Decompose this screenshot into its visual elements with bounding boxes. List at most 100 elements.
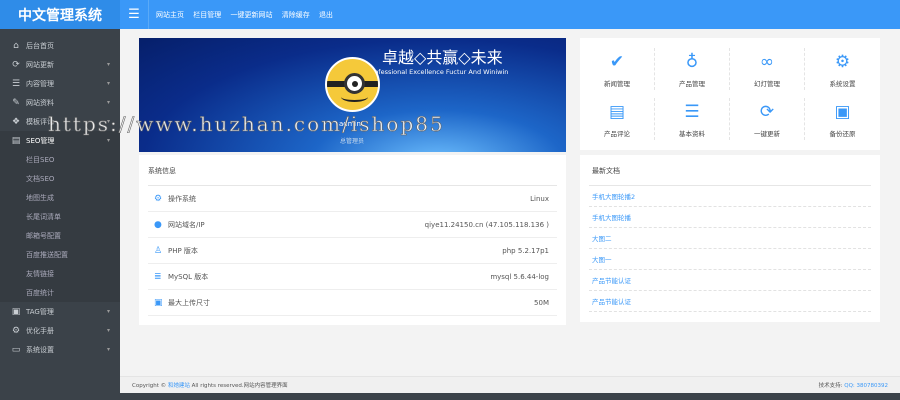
sidebar-subitem[interactable]: 地图生成 bbox=[0, 188, 120, 207]
info-key: 最大上传尺寸 bbox=[168, 298, 210, 307]
info-icon: ⚙ bbox=[154, 193, 163, 204]
nav-columns[interactable]: 栏目管理 bbox=[193, 11, 221, 19]
sidebar-item-label: 网站资料 bbox=[26, 98, 54, 107]
copyright-pre: Copyright © bbox=[132, 383, 168, 389]
info-row: ● 网站域名/IP qiye11.24150.cn (47.105.118.136 … bbox=[148, 212, 557, 238]
lightbulb-icon: ♁ bbox=[685, 51, 699, 72]
cubes-icon: ❖ bbox=[11, 116, 21, 127]
recent-docs-panel: 最新文档 手机大图轮播2 手机大图轮播 大图二 大图一 产品节能认证 产品节能认证 bbox=[580, 155, 880, 322]
cogs-icon: ⚙ bbox=[834, 51, 851, 72]
sidebar-subitem[interactable]: 邮箱号配置 bbox=[0, 226, 120, 245]
nav-clear-cache[interactable]: 清除缓存 bbox=[282, 11, 310, 19]
doc-link[interactable]: 产品节能认证 bbox=[589, 270, 871, 291]
sidebar-item-label: 后台首页 bbox=[26, 41, 54, 50]
sidebar-subitem[interactable]: 友情链接 bbox=[0, 264, 120, 283]
quick-link[interactable]: ☰ 基本资料 bbox=[655, 98, 730, 140]
menu-toggle-icon[interactable]: ☰ bbox=[120, 0, 149, 29]
file-icon: ▤ bbox=[11, 135, 21, 146]
nav-home[interactable]: 网站主页 bbox=[156, 11, 184, 19]
banner: 卓越◇共赢◇未来 Professional Excellence Fuctur … bbox=[139, 38, 566, 152]
sidebar-item-label: 系统设置 bbox=[26, 345, 54, 354]
archive-icon: ▣ bbox=[834, 101, 851, 122]
footer: Copyright © 和她建站 All rights reserved.网站内… bbox=[120, 376, 900, 393]
sidebar-item-label: 模板评论 bbox=[26, 117, 54, 126]
sidebar-item[interactable]: ❖ 模板评论 ▾ bbox=[0, 112, 120, 131]
doc-link[interactable]: 产品节能认证 bbox=[589, 291, 871, 312]
user-role: 总管理员 bbox=[340, 138, 365, 145]
info-key: 操作系统 bbox=[168, 194, 196, 203]
sidebar-item[interactable]: ⚙ 优化手册 ▾ bbox=[0, 321, 120, 340]
doc-link[interactable]: 大图二 bbox=[589, 228, 871, 249]
company-link[interactable]: 和她建站 bbox=[168, 383, 190, 389]
sidebar-item[interactable]: ☰ 内容管理 ▾ bbox=[0, 74, 120, 93]
caret-down-icon: ▾ bbox=[106, 80, 110, 87]
quick-link[interactable]: ♁ 产品管理 bbox=[655, 48, 730, 90]
caret-down-icon: ▾ bbox=[106, 118, 110, 125]
home-icon: ⌂ bbox=[13, 40, 19, 51]
doc-link[interactable]: 大图一 bbox=[589, 249, 871, 270]
panel-title: 系统信息 bbox=[148, 155, 557, 186]
username: admin bbox=[339, 120, 361, 128]
nav-logout[interactable]: 退出 bbox=[319, 11, 333, 19]
caret-down-icon: ▾ bbox=[106, 308, 110, 315]
quick-link-label: 系统设置 bbox=[829, 79, 856, 88]
system-info-panel: 系统信息 ⚙ 操作系统 Linux ● 网站域名/IP qiye11.24150.cn (… bbox=[139, 155, 566, 325]
caret-down-icon: ▾ bbox=[106, 346, 110, 353]
slogan-cn: 卓越◇共赢◇未来 bbox=[382, 48, 503, 67]
quick-link[interactable]: ⟳ 一键更新 bbox=[730, 98, 805, 140]
top-bar: ☰ 网站主页 栏目管理 一键更新网站 清除缓存 退出 bbox=[120, 0, 900, 29]
info-icon: ▣ bbox=[154, 297, 163, 308]
sidebar-item[interactable]: ⟳ 网站更新 ▾ bbox=[0, 55, 120, 74]
info-value: Linux bbox=[530, 194, 549, 203]
quick-link-label: 新闻管理 bbox=[604, 79, 630, 88]
info-value: qiye11.24150.cn (47.105.118.136 ) bbox=[424, 220, 549, 229]
sidebar-item[interactable]: ▭ 系统设置 ▾ bbox=[0, 340, 120, 359]
slogan-en: Professional Excellence Fuctur And Winiw… bbox=[368, 68, 509, 76]
sidebar-subitem[interactable]: 百度推送配置 bbox=[0, 245, 120, 264]
info-row: ♙ PHP 版本 php 5.2.17p1 bbox=[148, 238, 557, 264]
quick-link[interactable]: ▤ 产品评论 bbox=[580, 98, 655, 140]
link-icon: ∞ bbox=[759, 51, 775, 72]
sidebar-item[interactable]: ⌂ 后台首页 bbox=[0, 36, 120, 55]
sidebar-subitem[interactable]: 百度统计 bbox=[0, 283, 120, 302]
copyright-post: All rights reserved.网站内容管理界面 bbox=[189, 383, 288, 389]
quick-link[interactable]: ⚙ 系统设置 bbox=[805, 48, 880, 90]
desktop-icon: ▭ bbox=[11, 344, 21, 355]
info-value: 50M bbox=[534, 298, 549, 307]
app-logo: 中文管理系统 bbox=[0, 0, 120, 29]
sidebar-item-label: TAG管理 bbox=[26, 307, 54, 316]
quick-link-label: 基本资料 bbox=[679, 129, 705, 138]
qq-link[interactable]: QQ: 380780392 bbox=[844, 383, 888, 389]
doc-link[interactable]: 手机大图轮播 bbox=[589, 207, 871, 228]
quick-links-panel: ✔ 新闻管理 ♁ 产品管理 ∞ 幻灯管理 ⚙ 系统设置 ▤ 产品评论 ☰ 基本资料 ⟳ 一键更新 ▣ 备份还原 bbox=[580, 38, 880, 150]
sidebar-subitem[interactable]: 栏目SEO bbox=[0, 150, 120, 169]
plug-icon: ✎ bbox=[12, 97, 20, 108]
info-row: ▣ 最大上传尺寸 50M bbox=[148, 290, 557, 316]
sidebar-item[interactable]: ✎ 网站资料 ▾ bbox=[0, 93, 120, 112]
quick-link-label: 备份还原 bbox=[829, 129, 856, 138]
refresh-icon: ⟳ bbox=[12, 59, 20, 70]
sidebar-item-label: 内容管理 bbox=[26, 79, 54, 88]
sidebar-subitem[interactable]: 文档SEO bbox=[0, 169, 120, 188]
nav-update-site[interactable]: 一键更新网站 bbox=[230, 11, 272, 19]
info-key: MySQL 版本 bbox=[168, 272, 209, 281]
sidebar-item[interactable]: ▤ SEO管理 ▾ bbox=[0, 131, 120, 150]
quick-link-label: 产品评论 bbox=[604, 129, 630, 138]
quick-link[interactable]: ∞ 幻灯管理 bbox=[730, 48, 805, 90]
bottom-bar bbox=[120, 393, 900, 400]
sidebar-submenu: 栏目SEO 文档SEO 地图生成 长尾词清单 邮箱号配置 百度推送配置 友情链接 百度统计 bbox=[0, 150, 120, 302]
sidebar: ⌂ 后台首页 ⟳ 网站更新 ▾ ☰ 内容管理 ▾ ✎ 网站资料 ▾ ❖ 模板评论 ▾ ▤ SEO管理 ▾ 栏目SE… bbox=[0, 29, 120, 400]
sidebar-subitem[interactable]: 长尾词清单 bbox=[0, 207, 120, 226]
avatar bbox=[325, 57, 380, 112]
quick-link-label: 产品管理 bbox=[679, 79, 705, 88]
quick-link[interactable]: ✔ 新闻管理 bbox=[580, 48, 655, 90]
sidebar-item-label: 优化手册 bbox=[26, 326, 54, 335]
info-icon: ♙ bbox=[154, 245, 163, 256]
sidebar-item[interactable]: ▣ TAG管理 ▾ bbox=[0, 302, 120, 321]
caret-down-icon: ▾ bbox=[106, 61, 110, 68]
quick-link[interactable]: ▣ 备份还原 bbox=[805, 98, 880, 140]
quick-link-label: 一键更新 bbox=[754, 129, 780, 138]
info-value: mysql 5.6.44-log bbox=[490, 272, 549, 281]
info-row: ⚙ 操作系统 Linux bbox=[148, 186, 557, 212]
doc-link[interactable]: 手机大图轮播2 bbox=[589, 186, 871, 207]
